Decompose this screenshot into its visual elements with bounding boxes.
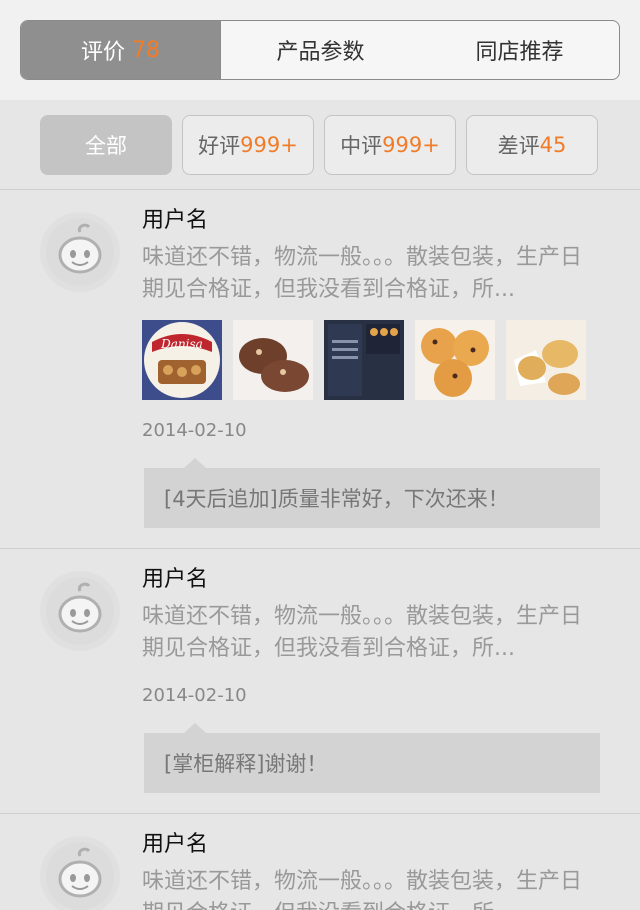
tab-reviews-label: 评价 [80, 40, 125, 65]
filter-neutral-button[interactable]: 中评 999+ [324, 114, 456, 175]
filter-neutral-label: 中评 [340, 133, 383, 158]
top-tabs-container: 评价 78 产品参数 同店推荐 [0, 0, 640, 100]
tab-store-recommend[interactable]: 同店推荐 [420, 21, 619, 79]
filter-neutral-count: 999+ [382, 132, 440, 157]
filter-negative-label: 差评 [497, 133, 540, 158]
review-date: 2014-02-10 [142, 420, 247, 441]
filter-all-button[interactable]: 全部 [40, 114, 172, 175]
review-username: 用户名 [142, 832, 209, 857]
tab-reviews[interactable]: 评价 78 [21, 21, 220, 79]
default-avatar-icon [46, 218, 114, 286]
tab-product-params[interactable]: 产品参数 [220, 21, 420, 79]
filter-positive-button[interactable]: 好评 999+ [182, 114, 314, 175]
raisin-cookies-photo[interactable] [415, 320, 495, 400]
default-avatar-icon [46, 842, 114, 910]
review-date: 2014-02-10 [142, 685, 247, 706]
cookie-box-photo[interactable] [324, 320, 404, 400]
photo-logo-text: Danisa [160, 337, 203, 351]
review-item: 用户名 味道还不错，物流一般。。。散装包装，生产日期见合格证，但我没看到合格证，… [0, 190, 640, 549]
danisa-tin-photo[interactable]: Danisa [142, 320, 222, 400]
review-text: 味道还不错，物流一般。。。散装包装，生产日期见合格证，但我没看到合格证，所... [142, 604, 583, 661]
filter-positive-count: 999+ [240, 132, 298, 157]
seller-reply: [掌柜解释]谢谢！ [144, 723, 600, 793]
tab-product-params-label: 产品参数 [276, 40, 365, 65]
review-filter-bar: 全部 好评 999+ 中评 999+ 差评 45 [0, 100, 640, 190]
review-followup: [4天后追加]质量非常好，下次还来！ [144, 458, 600, 528]
review-photos: Danisa [142, 320, 600, 400]
filter-positive-label: 好评 [198, 133, 241, 158]
filter-negative-count: 45 [539, 132, 567, 157]
default-avatar-icon [46, 577, 114, 645]
review-username: 用户名 [142, 567, 209, 592]
review-item: 用户名 味道还不错，物流一般。。。散装包装，生产日期见合格证，但我没看到合格证，… [0, 814, 640, 910]
tab-reviews-count: 78 [132, 37, 160, 63]
avatar[interactable] [40, 212, 120, 292]
review-username: 用户名 [142, 208, 209, 233]
avatar[interactable] [40, 836, 120, 910]
review-item: 用户名 味道还不错，物流一般。。。散装包装，生产日期见合格证，但我没看到合格证，… [0, 549, 640, 814]
review-text: 味道还不错，物流一般。。。散装包装，生产日期见合格证，但我没看到合格证，所... [142, 245, 583, 302]
top-tabs: 评价 78 产品参数 同店推荐 [20, 20, 620, 80]
review-text: 味道还不错，物流一般。。。散装包装，生产日期见合格证，但我没看到合格证，所... [142, 869, 583, 910]
butter-cookies-photo[interactable] [506, 320, 586, 400]
avatar[interactable] [40, 571, 120, 651]
chocolate-cookies-photo[interactable] [233, 320, 313, 400]
tab-store-recommend-label: 同店推荐 [475, 40, 564, 65]
filter-negative-button[interactable]: 差评 45 [466, 114, 598, 175]
filter-all-label: 全部 [85, 133, 127, 158]
